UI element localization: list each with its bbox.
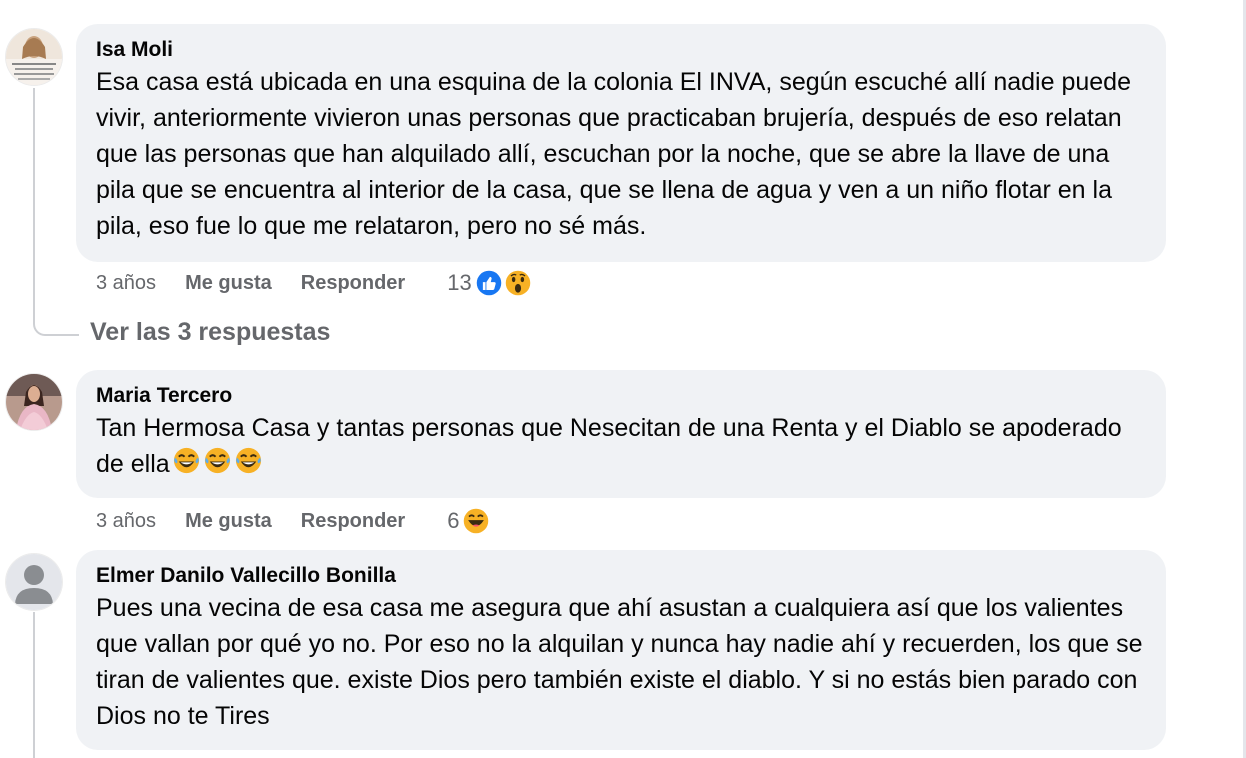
reaction-count: 6: [447, 508, 460, 533]
wow-icon: [501, 267, 534, 299]
comment-actions: 3 años Me gusta Responder 6: [96, 505, 493, 537]
comment-text: Pues una vecina de esa casa me asegura q…: [96, 594, 1143, 730]
reaction-count: 13: [447, 270, 472, 295]
reply-thread-line: [33, 612, 35, 758]
comment-author[interactable]: Elmer Danilo Vallecillo Bonilla: [96, 562, 1146, 590]
comment-bubble: Isa Moli Esa casa está ubicada en una es…: [76, 24, 1166, 262]
reply-button[interactable]: Responder: [301, 272, 405, 295]
laughing-tears-emoji: [235, 447, 261, 474]
laughing-tears-emoji: [173, 447, 199, 474]
comment-bubble: Maria Tercero Tan Hermosa Casa y tantas …: [76, 370, 1166, 498]
comment-text: Esa casa está ubicada en una esquina de …: [96, 68, 1131, 240]
avatar[interactable]: [6, 374, 62, 430]
haha-icon: [460, 505, 493, 537]
like-button[interactable]: Me gusta: [185, 510, 272, 533]
comment-text-line: Tan Hermosa Casa y tantas personas que N…: [96, 410, 1146, 482]
avatar[interactable]: [6, 29, 62, 85]
reaction-summary[interactable]: 6: [447, 505, 493, 537]
comment-timestamp[interactable]: 3 años: [96, 272, 156, 295]
reaction-summary[interactable]: 13: [447, 267, 534, 299]
comment-actions: 3 años Me gusta Responder 13: [96, 267, 534, 299]
comment-author[interactable]: Maria Tercero: [96, 382, 1146, 410]
comment-timestamp[interactable]: 3 años: [96, 510, 156, 533]
like-icon: [472, 267, 505, 299]
view-replies-link[interactable]: Ver las 3 respuestas: [90, 318, 330, 347]
reply-thread-line: [33, 88, 79, 336]
reply-button[interactable]: Responder: [301, 510, 405, 533]
laughing-tears-emoji: [204, 447, 230, 474]
like-button[interactable]: Me gusta: [185, 272, 272, 295]
avatar[interactable]: [6, 554, 62, 610]
comment-bubble: Elmer Danilo Vallecillo Bonilla Pues una…: [76, 550, 1166, 750]
comment-author[interactable]: Isa Moli: [96, 36, 1146, 64]
